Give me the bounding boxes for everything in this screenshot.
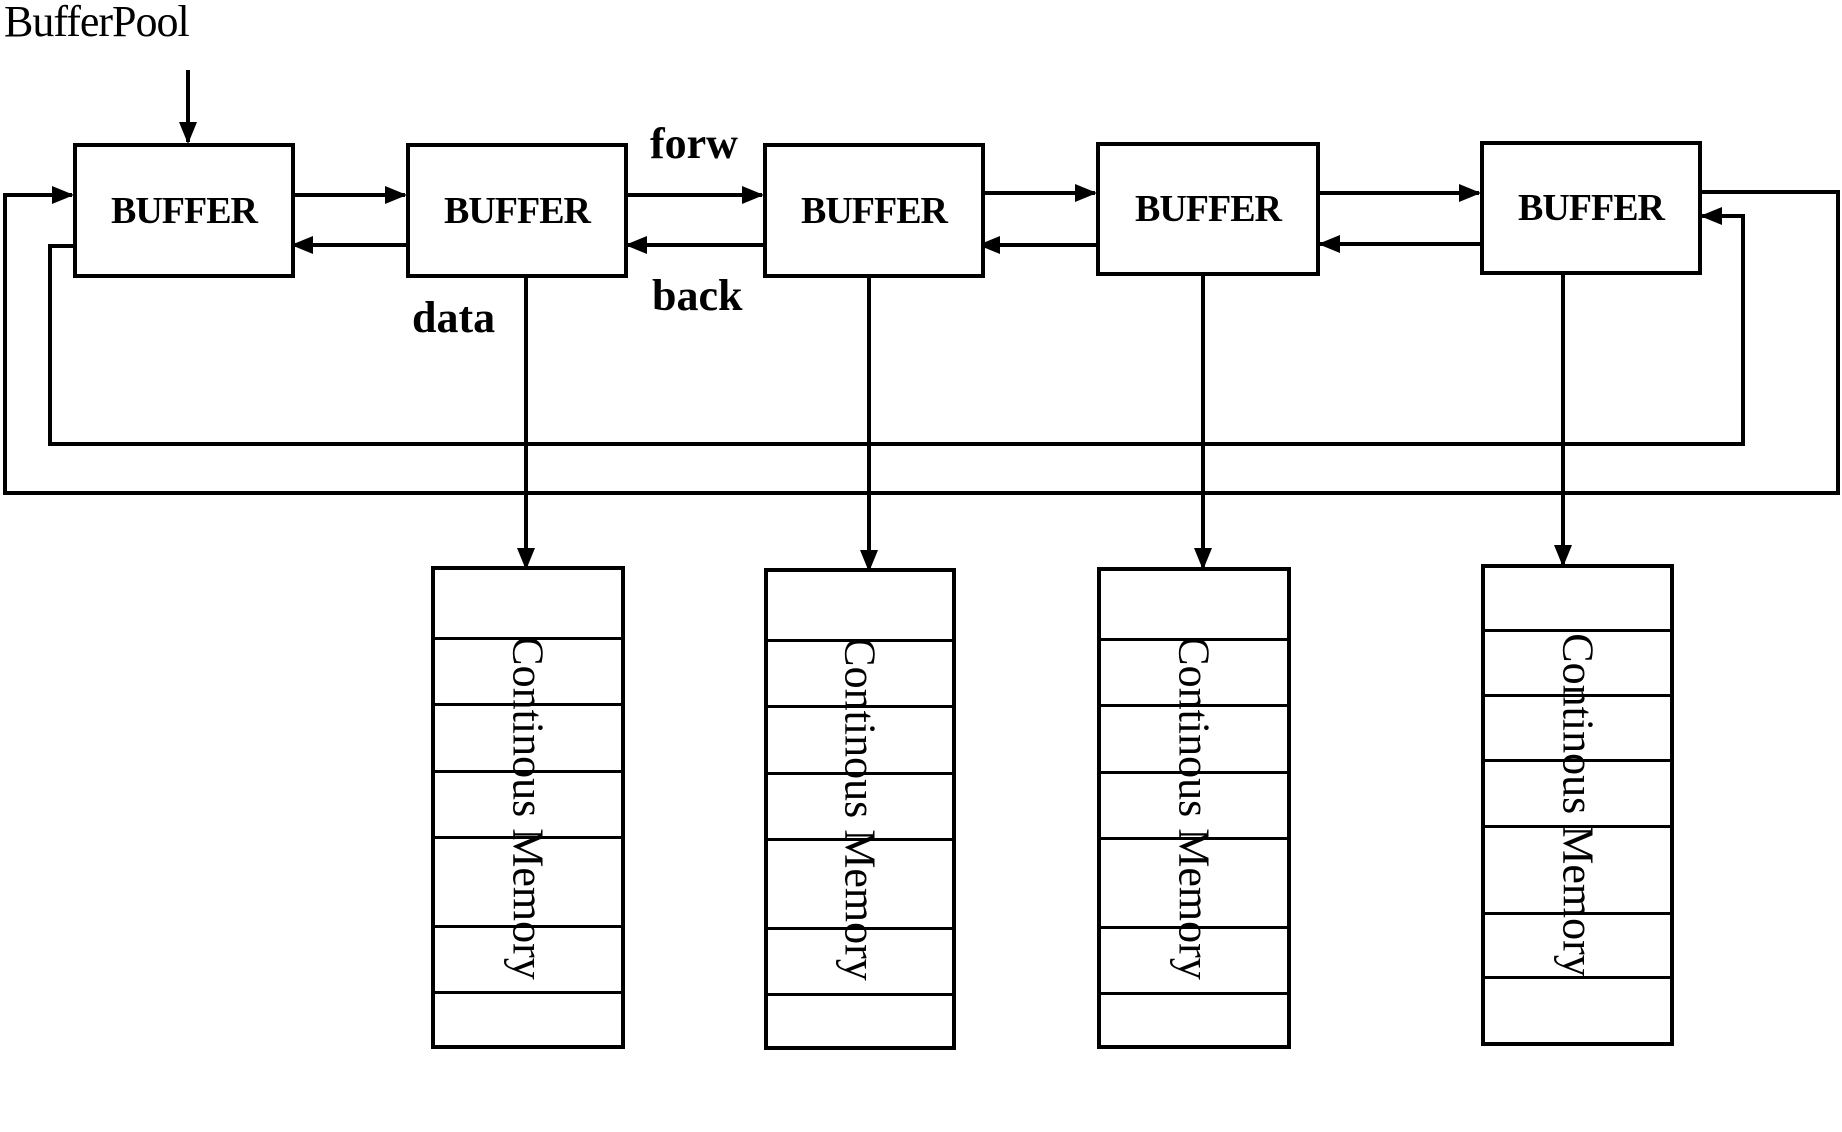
memory-block-4[interactable]: Continous Memory (1481, 564, 1674, 1046)
buffer-label: BUFFER (111, 189, 258, 232)
forw-label: forw (650, 119, 738, 168)
memory-cell-divider (435, 991, 621, 994)
buffer-label: BUFFER (801, 189, 948, 232)
buffer-box-2[interactable]: BUFFER (406, 143, 628, 278)
buffer-box-1[interactable]: BUFFER (73, 143, 295, 278)
memory-block-1[interactable]: Continous Memory (431, 566, 625, 1049)
memory-block-3[interactable]: Continous Memory (1097, 567, 1291, 1049)
memory-block-2[interactable]: Continous Memory (764, 568, 956, 1050)
buffer-box-3[interactable]: BUFFER (763, 143, 985, 278)
memory-cell-divider (768, 993, 952, 996)
memory-label: Continous Memory (1169, 636, 1219, 980)
buffer-label: BUFFER (1135, 188, 1282, 230)
buffer-box-5[interactable]: BUFFER (1480, 141, 1702, 275)
bufferpool-title: BufferPool (4, 0, 190, 46)
memory-label: Continous Memory (835, 637, 885, 981)
data-label: data (412, 293, 496, 342)
buffer-label: BUFFER (444, 189, 591, 232)
memory-label: Continous Memory (503, 635, 553, 980)
memory-cell-divider (1485, 629, 1670, 632)
memory-cell-divider (1101, 992, 1287, 995)
buffer-box-4[interactable]: BUFFER (1096, 142, 1320, 276)
back-label: back (652, 271, 743, 320)
buffer-label: BUFFER (1518, 187, 1665, 229)
memory-label: Continous Memory (1553, 633, 1602, 977)
